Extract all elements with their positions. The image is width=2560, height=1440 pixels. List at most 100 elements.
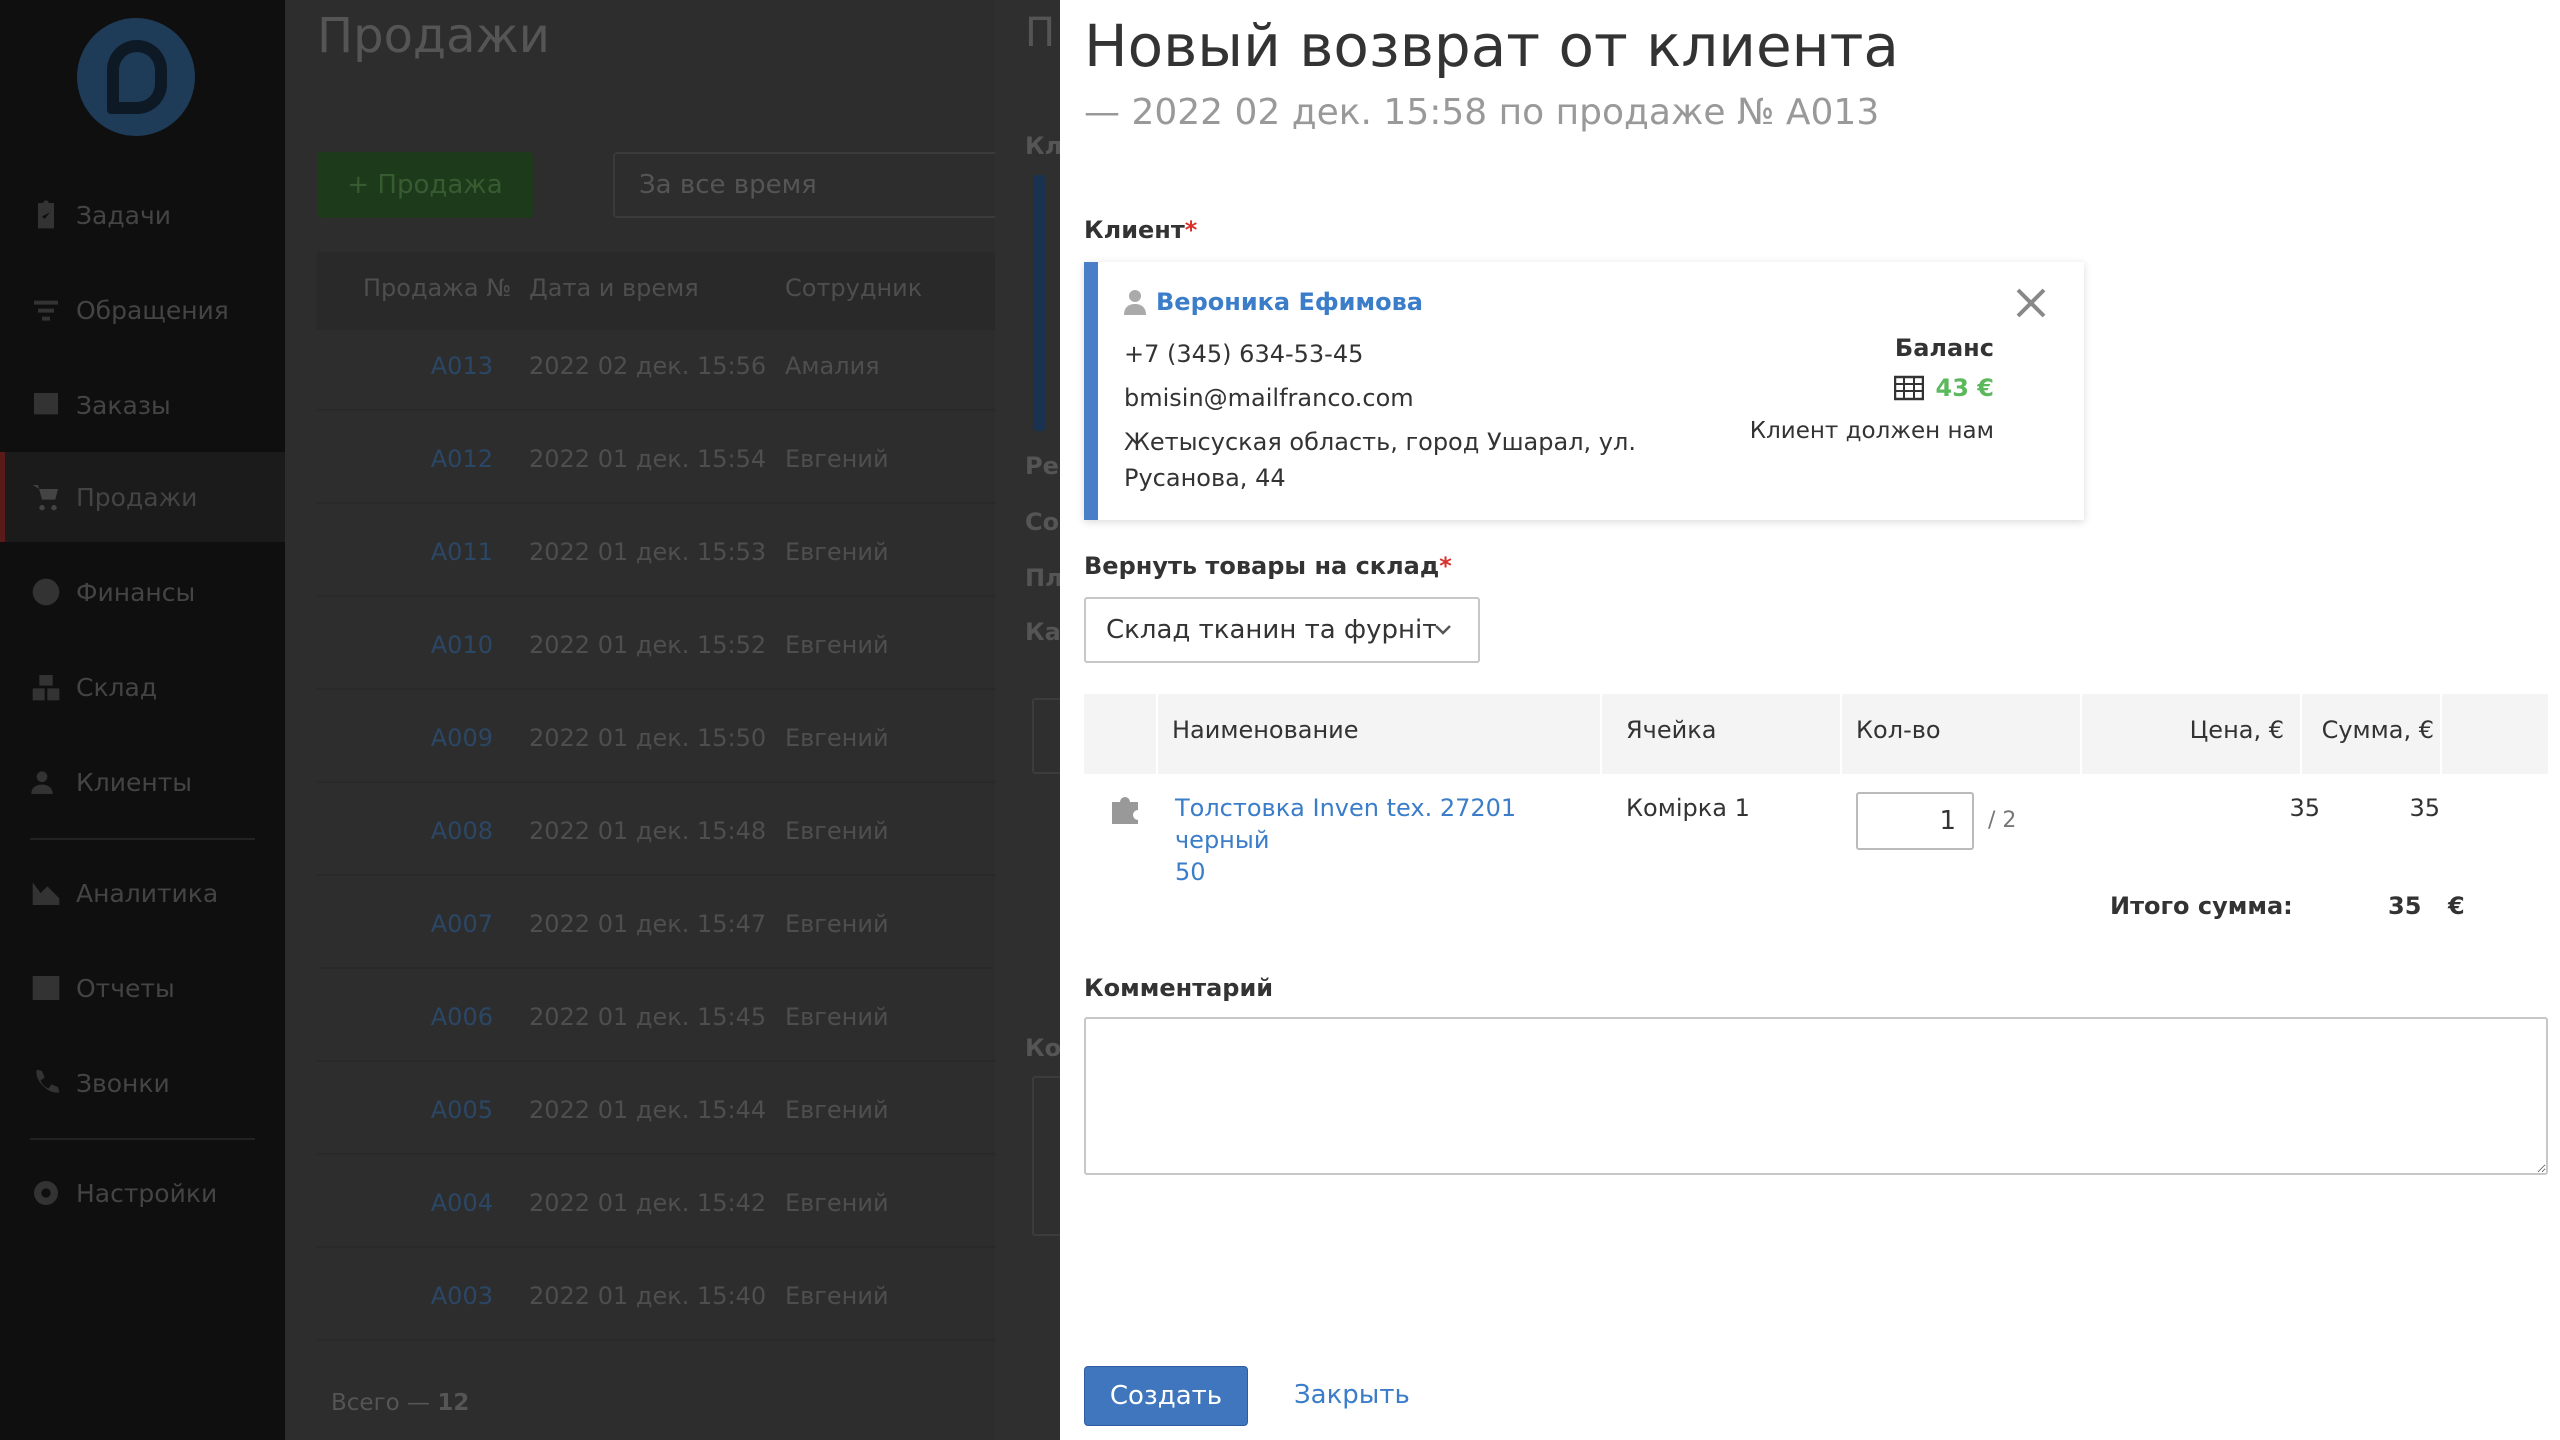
- sidebar-item-tasks[interactable]: Задачи: [0, 170, 285, 260]
- sale-number-link[interactable]: A003: [317, 1282, 493, 1310]
- sales-list-panel: Продажи + Продажа За все время Продажа №…: [285, 0, 995, 1440]
- client-label-text: Клиент: [1084, 216, 1185, 244]
- sidebar-item-orders[interactable]: Заказы: [0, 360, 285, 450]
- create-button[interactable]: Создать: [1084, 1366, 1248, 1426]
- sidebar-item-requests[interactable]: Обращения: [0, 265, 285, 355]
- client-address-line1: Жетысуская область, город Ушарал, ул.: [1124, 428, 1636, 456]
- sale-number-link[interactable]: A012: [317, 445, 493, 473]
- column-header-qty: Кол-во: [1856, 716, 1941, 744]
- column-header-cell: Ячейка: [1626, 716, 1717, 744]
- table-row[interactable]: A008 2022 01 дек. 15:48 Евгений: [317, 783, 995, 876]
- column-header-sum: Сумма, €: [2321, 716, 2434, 744]
- sale-employee: Евгений: [785, 445, 889, 473]
- period-filter[interactable]: За все время: [613, 152, 995, 218]
- close-button[interactable]: Закрыть: [1294, 1380, 1410, 1410]
- sidebar-item-label: Аналитика: [76, 878, 219, 908]
- sale-datetime: 2022 01 дек. 15:52: [529, 631, 767, 659]
- previous-modal-edge: П Кл Ре Со Пл Ка Ко: [995, 0, 1092, 1440]
- previous-modal-label: Ре: [1025, 452, 1059, 480]
- logo-mark: [107, 40, 167, 114]
- warehouse-select[interactable]: Склад тканин та фурнітури: [1084, 597, 1480, 663]
- column-header[interactable]: Сотрудник: [785, 274, 922, 302]
- column-divider: [1156, 694, 1158, 774]
- sale-number-link[interactable]: A006: [317, 1003, 493, 1031]
- balance-value: 43 €: [1893, 374, 1994, 402]
- sale-datetime: 2022 01 дек. 15:44: [529, 1096, 767, 1124]
- sidebar-item-label: Склад: [76, 672, 158, 702]
- quantity-input[interactable]: [1856, 792, 1974, 850]
- previous-modal-label: Со: [1025, 508, 1060, 536]
- previous-modal-card: [1033, 175, 1045, 431]
- item-sum: 35: [2409, 794, 2440, 822]
- table-row[interactable]: A010 2022 01 дек. 15:52 Евгений: [317, 597, 995, 690]
- required-mark: *: [1184, 216, 1198, 244]
- total-count: 12: [437, 1390, 470, 1416]
- sidebar-divider: [30, 1138, 255, 1140]
- table-row[interactable]: A003 2022 01 дек. 15:40 Евгений: [317, 1248, 995, 1341]
- boxes-icon: [32, 675, 60, 701]
- client-name-link[interactable]: Вероника Ефимова: [1124, 288, 1423, 316]
- table-row[interactable]: A009 2022 01 дек. 15:50 Евгений: [317, 690, 995, 783]
- sidebar-item-sales[interactable]: Продажи: [0, 452, 285, 542]
- sidebar-divider: [30, 838, 255, 840]
- sale-number-link[interactable]: A004: [317, 1189, 493, 1217]
- order-icon: [34, 393, 58, 415]
- items-table-header: Наименование Ячейка Кол-во Цена, € Сумма…: [1084, 694, 2548, 774]
- sidebar-item-label: Задачи: [76, 200, 171, 230]
- sidebar-item-clients[interactable]: Клиенты: [0, 737, 285, 827]
- sale-number-link[interactable]: A013: [317, 352, 493, 380]
- sidebar-item-label: Настройки: [76, 1178, 218, 1208]
- sidebar-item-reports[interactable]: Отчеты: [0, 943, 285, 1033]
- column-header[interactable]: Продажа №: [363, 274, 511, 302]
- sidebar-item-warehouse[interactable]: Склад: [0, 642, 285, 732]
- item-name-link[interactable]: Толстовка Inven tex. 27201 черный 50: [1175, 792, 1615, 888]
- table-row[interactable]: A007 2022 01 дек. 15:47 Евгений: [317, 876, 995, 969]
- previous-modal-label: Пл: [1025, 564, 1063, 592]
- table-row[interactable]: A013 2022 02 дек. 15:56 Амалия: [317, 318, 995, 411]
- sale-number-link[interactable]: A005: [317, 1096, 493, 1124]
- sale-number-link[interactable]: A009: [317, 724, 493, 752]
- table-row[interactable]: A006 2022 01 дек. 15:45 Евгений: [317, 969, 995, 1062]
- sale-number-link[interactable]: A011: [317, 538, 493, 566]
- sales-total: Всего — 12: [331, 1390, 469, 1416]
- item-name-line1: Толстовка Inven tex. 27201 черный: [1175, 794, 1517, 854]
- table-row[interactable]: A005 2022 01 дек. 15:44 Евгений: [317, 1062, 995, 1155]
- sale-datetime: 2022 01 дек. 15:53: [529, 538, 767, 566]
- table-row[interactable]: A011 2022 01 дек. 15:53 Евгений: [317, 504, 995, 597]
- previous-modal-title: П: [1025, 10, 1056, 56]
- table-row[interactable]: A012 2022 01 дек. 15:54 Евгений: [317, 411, 995, 504]
- balance-label: Баланс: [1894, 334, 1994, 362]
- return-modal: Новый возврат от клиента — 2022 02 дек. …: [1060, 0, 2560, 1440]
- total-label: Итого сумма:: [2110, 892, 2293, 920]
- client-email: bmisin@mailfranco.com: [1124, 384, 1414, 412]
- app-logo[interactable]: [77, 18, 195, 136]
- add-sale-button[interactable]: + Продажа: [317, 152, 533, 218]
- phone-icon: [36, 1069, 60, 1093]
- close-icon[interactable]: [2014, 286, 2048, 320]
- sale-number-link[interactable]: A010: [317, 631, 493, 659]
- sale-number-link[interactable]: A007: [317, 910, 493, 938]
- balance-amount: 43 €: [1935, 374, 1994, 402]
- sale-datetime: 2022 01 дек. 15:47: [529, 910, 767, 938]
- sale-employee: Евгений: [785, 1003, 889, 1031]
- client-label: Клиент*: [1084, 216, 1197, 244]
- sidebar-item-settings[interactable]: Настройки: [0, 1148, 285, 1238]
- sidebar-item-analytics[interactable]: Аналитика: [0, 848, 285, 938]
- sidebar-item-label: Отчеты: [76, 973, 175, 1003]
- cart-icon: [32, 485, 58, 511]
- sidebar-item-finance[interactable]: Финансы: [0, 547, 285, 637]
- sale-number-link[interactable]: A008: [317, 817, 493, 845]
- sidebar-item-label: Продажи: [76, 482, 198, 512]
- sidebar-item-calls[interactable]: Звонки: [0, 1038, 285, 1128]
- warehouse-label: Вернуть товары на склад*: [1084, 552, 1452, 580]
- comment-textarea[interactable]: [1084, 1017, 2548, 1175]
- table-row[interactable]: A004 2022 01 дек. 15:42 Евгений: [317, 1155, 995, 1248]
- sale-employee: Евгений: [785, 1096, 889, 1124]
- sale-employee: Амалия: [785, 352, 880, 380]
- page-title: Продажи: [317, 8, 550, 64]
- puzzle-piece-icon: [1112, 797, 1138, 824]
- column-header[interactable]: Дата и время: [529, 274, 699, 302]
- warehouse-select-value: Склад тканин та фурнітури: [1106, 615, 1436, 645]
- previous-modal-label: Кл: [1025, 132, 1063, 160]
- client-phone: +7 (345) 634-53-45: [1124, 340, 1364, 368]
